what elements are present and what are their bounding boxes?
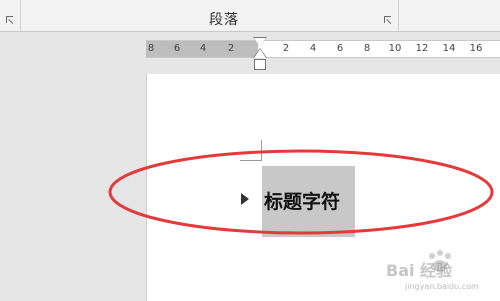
ruler-tick: 8 [147, 43, 155, 54]
left-indent-marker[interactable] [254, 59, 266, 70]
ruler-tick: 8 [363, 43, 371, 54]
ruler-tick: 12 [415, 43, 429, 54]
ruler-tick: 2 [282, 43, 290, 54]
watermark-url: jingyan.baidu.com [405, 282, 479, 291]
word-window: 段落 8 6 4 2 2 4 6 8 10 12 14 16 标题字符 Bai … [0, 0, 500, 301]
highlight-oval [108, 149, 494, 235]
watermark-text: Bai 经验 [386, 261, 453, 280]
ruler-tick: 14 [442, 43, 456, 54]
ruler-tick: 10 [388, 43, 402, 54]
ruler-tick: 6 [173, 43, 181, 54]
ribbon: 段落 [0, 0, 500, 32]
paragraph-group-label: 段落 [209, 12, 239, 28]
ruler-tick: 16 [469, 43, 483, 54]
ruler-tick: 6 [336, 43, 344, 54]
ruler-tick: 4 [199, 43, 207, 54]
dialog-launcher-icon-left[interactable] [5, 15, 15, 25]
ribbon-divider-left [20, 0, 21, 31]
ruler-tick: 4 [309, 43, 317, 54]
paragraph-dialog-launcher-icon[interactable] [383, 15, 393, 25]
ribbon-divider-right [398, 0, 399, 31]
horizontal-ruler[interactable]: 8 6 4 2 2 4 6 8 10 12 14 16 [146, 40, 500, 58]
ruler-tick: 2 [227, 43, 235, 54]
